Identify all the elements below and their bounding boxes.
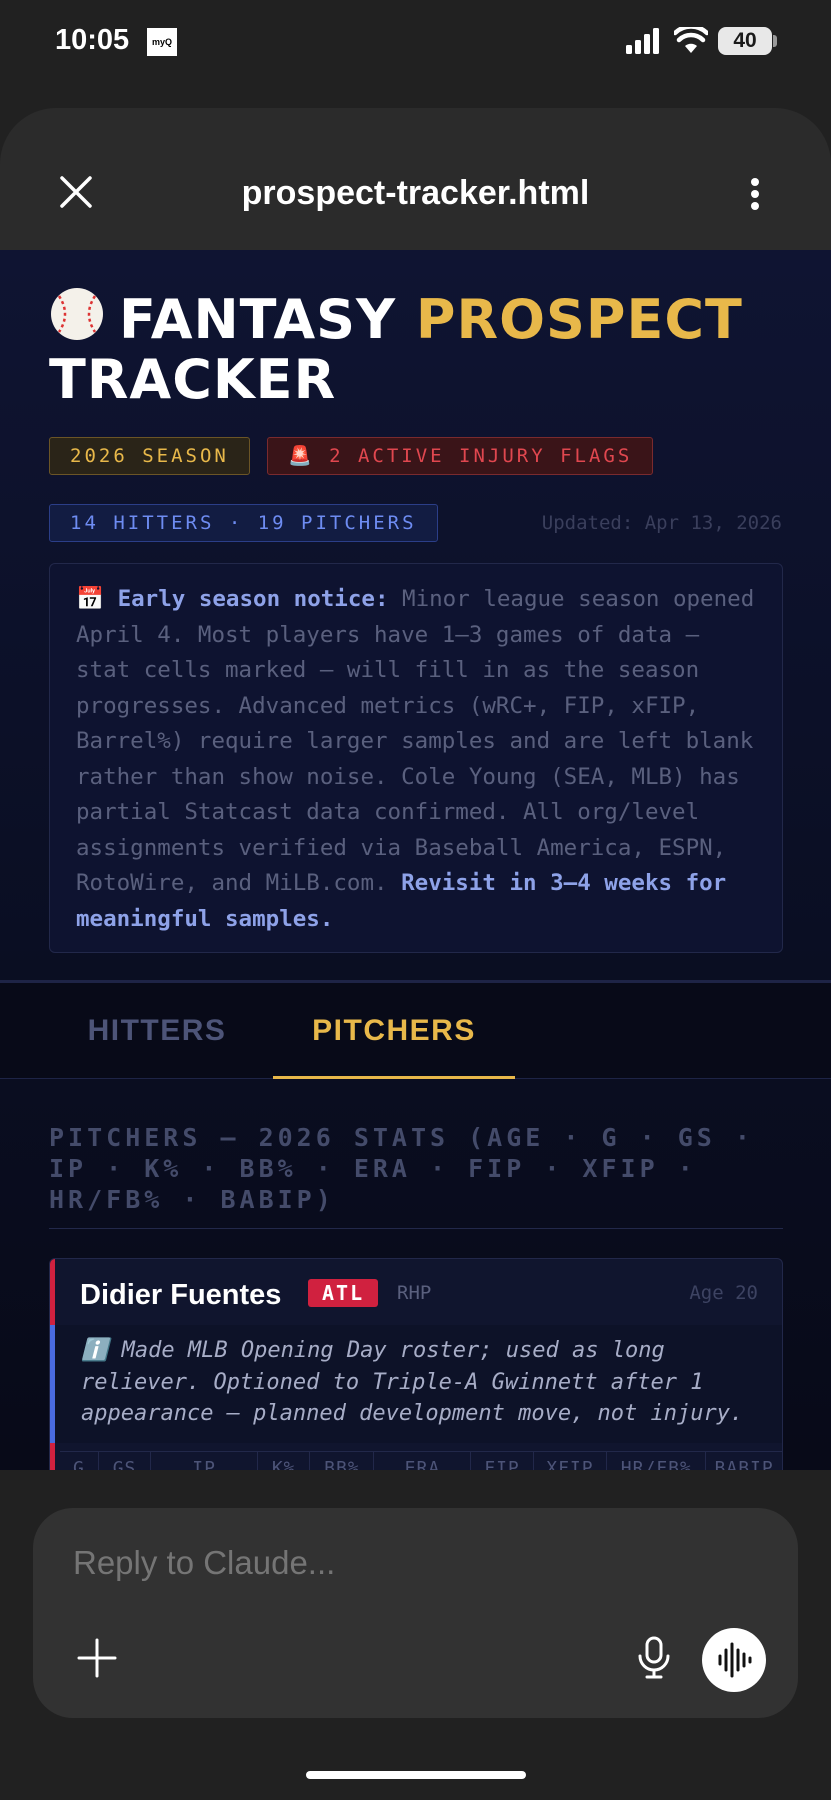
page-title: prospect-tracker.html (241, 174, 590, 212)
notice-body: Minor league season opened April 4. Most… (76, 586, 755, 896)
reply-composer (33, 1508, 798, 1718)
player-age: Age 20 (689, 1282, 758, 1304)
player-note: ℹ️ Made MLB Opening Day roster; used as … (50, 1325, 782, 1443)
tab-pitchers[interactable]: PITCHERS (273, 983, 515, 1079)
info-icon: ℹ️ (81, 1338, 109, 1363)
stat-col-k-pct: K% (258, 1452, 311, 1470)
wifi-icon (674, 27, 708, 53)
hero-title: FANTASY PROSPECT TRACKER (49, 286, 789, 410)
stat-col-hr-fb: HR/FB% (607, 1452, 707, 1470)
player-note-text: Made MLB Opening Day roster; used as lon… (81, 1338, 744, 1426)
team-badge: ATL (308, 1279, 379, 1307)
voice-mode-button[interactable] (702, 1628, 766, 1692)
stat-col-bb-pct: BB% (310, 1452, 375, 1470)
player-card[interactable]: Didier Fuentes ATL RHP Age 20 ℹ️ Made ML… (49, 1258, 783, 1470)
calendar-icon: 📅 (76, 586, 105, 612)
injury-flags-badge: 🚨 2 ACTIVE INJURY FLAGS (267, 437, 654, 475)
microphone-icon[interactable] (637, 1636, 671, 1680)
player-count-badge: 14 HITTERS · 19 PITCHERS (49, 504, 438, 542)
more-options-icon[interactable] (740, 174, 770, 214)
early-season-notice: 📅 Early season notice: Minor league seas… (49, 563, 783, 953)
player-name: Didier Fuentes (80, 1279, 282, 1311)
status-bar: 10:05 myQ 40 (0, 0, 831, 82)
tab-bar: HITTERS PITCHERS (0, 983, 831, 1079)
stat-col-fip: FIP (471, 1452, 534, 1470)
title-word-prospect: PROSPECT (415, 288, 743, 351)
player-position: RHP (397, 1282, 432, 1304)
stat-col-xfip: XFIP (534, 1452, 608, 1470)
plus-icon[interactable] (77, 1638, 117, 1678)
waveform-icon (718, 1642, 752, 1678)
stat-header-row: G GS IP K% BB% ERA FIP XFIP HR/FB% BABIP (60, 1451, 782, 1470)
stat-col-g: G (60, 1452, 99, 1470)
web-content[interactable]: FANTASY PROSPECT TRACKER 2026 SEASON 🚨 2 … (0, 250, 831, 1470)
battery-nub (773, 35, 777, 47)
notice-lead: Early season notice: (117, 586, 389, 612)
cellular-signal-icon (626, 28, 659, 54)
updated-timestamp: Updated: Apr 13, 2026 (541, 512, 782, 534)
status-time: 10:05 (55, 24, 130, 56)
section-label: PITCHERS — 2026 STATS (AGE · G · GS · IP… (49, 1123, 754, 1214)
title-word-fantasy: FANTASY (119, 288, 397, 351)
battery-indicator: 40 (718, 27, 772, 55)
home-indicator (306, 1771, 526, 1779)
stat-col-era: ERA (374, 1452, 472, 1470)
tab-hitters[interactable]: HITTERS (50, 983, 264, 1079)
stat-col-gs: GS (99, 1452, 152, 1470)
baseball-icon (51, 288, 103, 340)
stat-col-ip: IP (151, 1452, 258, 1470)
myq-app-icon: myQ (147, 28, 177, 56)
season-badge: 2026 SEASON (49, 437, 250, 475)
reply-input[interactable] (73, 1544, 673, 1582)
section-rule (49, 1228, 783, 1229)
stat-col-babip: BABIP (714, 1458, 774, 1470)
title-word-tracker: TRACKER (49, 348, 337, 411)
